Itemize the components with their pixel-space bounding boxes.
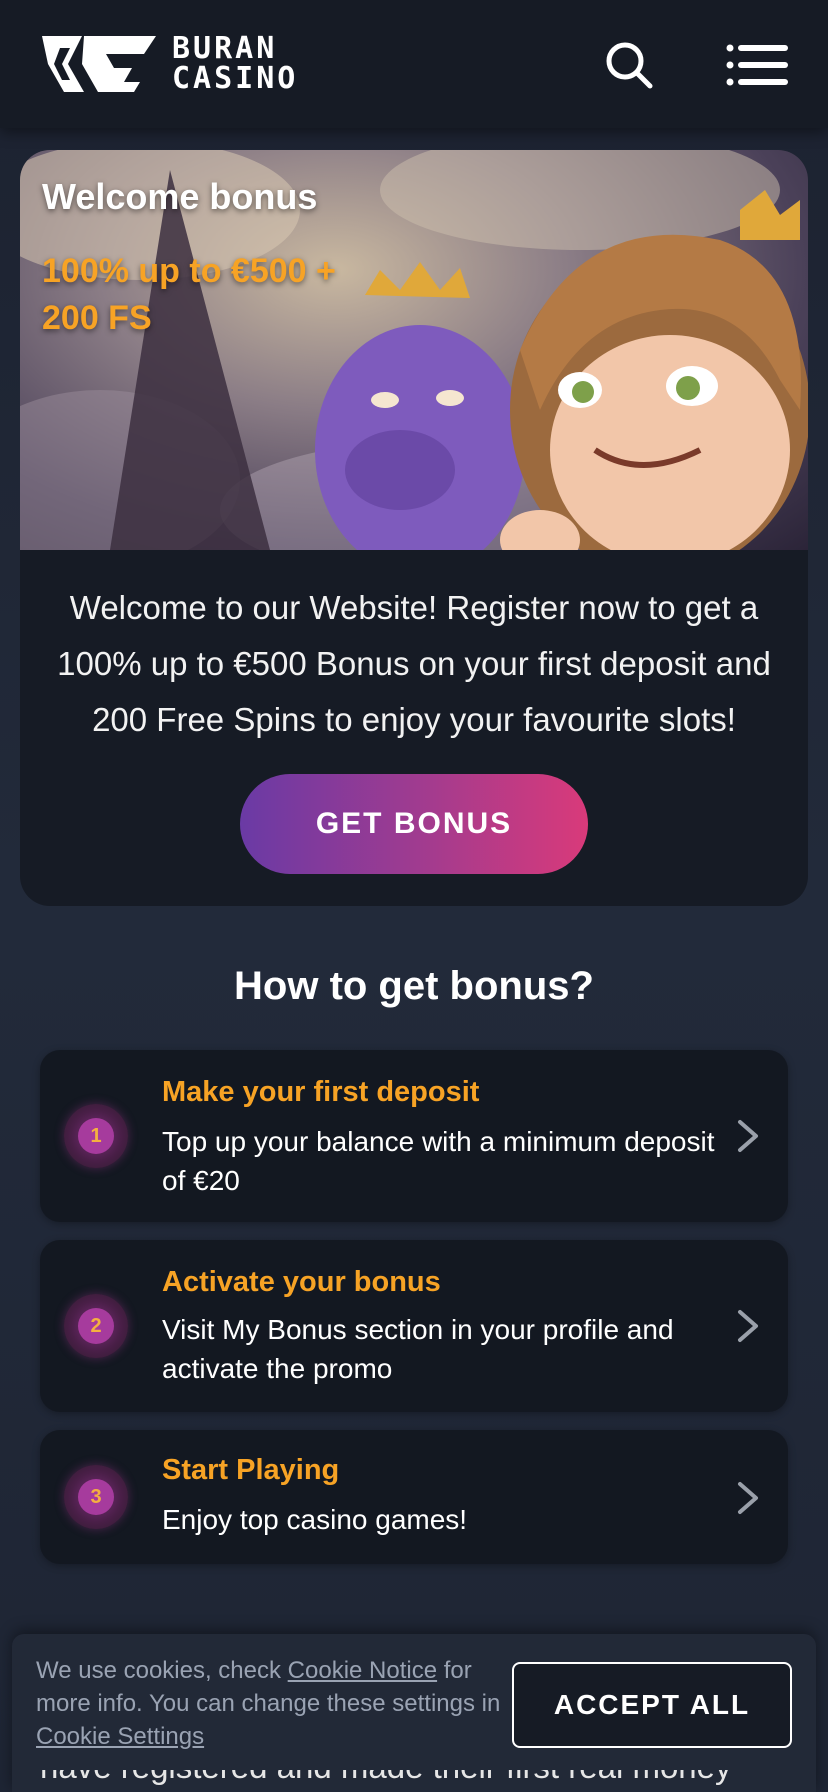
welcome-bonus-card: Welcome bonus 100% up to €500 + 200 FS W… [20,150,808,906]
bonus-description: Welcome to our Website! Register now to … [57,589,771,738]
search-icon [606,42,653,89]
step-title: Start Playing [162,1454,340,1486]
chevron-right-icon [738,1120,758,1152]
accept-all-button[interactable]: ACCEPT ALL [512,1662,792,1748]
chevron-right-icon [738,1310,758,1342]
step-card-1[interactable]: 1 Make your first deposit Top up your ba… [40,1050,788,1222]
brand-name: BURAN CASINO [172,34,298,94]
step-number-badge: 1 [64,1104,128,1168]
step-number: 1 [78,1118,114,1154]
chevron-right-icon [738,1482,758,1514]
brand-line-1: BURAN [172,31,278,66]
cookie-notice-link[interactable]: Cookie Notice [288,1657,437,1684]
step-title: Make your first deposit [162,1076,480,1108]
bonus-offer: 100% up to €500 + 200 FS [42,252,336,337]
step-text: Visit My Bonus section in your profile a… [162,1314,674,1384]
cookie-text-before: We use cookies, check [36,1657,288,1684]
search-button[interactable] [604,40,654,90]
bonus-title: Welcome bonus [42,176,318,217]
step-text: Top up your balance with a minimum depos… [162,1126,715,1196]
how-to-title: How to get bonus? [234,964,594,1008]
get-bonus-button[interactable]: GET BONUS [240,774,588,874]
step-number-badge: 3 [64,1465,128,1529]
site-logo[interactable]: BURAN CASINO [40,32,320,96]
menu-button[interactable] [726,44,788,86]
step-number: 3 [78,1479,114,1515]
site-header: BURAN CASINO [0,0,828,128]
step-number: 2 [78,1308,114,1344]
buran-logo-icon [42,36,156,92]
step-text: Enjoy top casino games! [162,1504,468,1535]
step-title: Activate your bonus [162,1266,441,1298]
cookie-settings-link[interactable]: Cookie Settings [36,1723,204,1750]
step-number-badge: 2 [64,1294,128,1358]
bonus-hero-banner: Welcome bonus 100% up to €500 + 200 FS [20,150,808,550]
cookie-banner: We use cookies, check Cookie Notice for … [12,1634,816,1792]
brand-line-2: CASINO [172,61,299,96]
step-card-3[interactable]: 3 Start Playing Enjoy top casino games! [40,1430,788,1564]
cookie-message: We use cookies, check Cookie Notice for … [36,1654,506,1753]
hamburger-menu-icon [726,44,788,86]
step-card-2[interactable]: 2 Activate your bonus Visit My Bonus sec… [40,1240,788,1412]
